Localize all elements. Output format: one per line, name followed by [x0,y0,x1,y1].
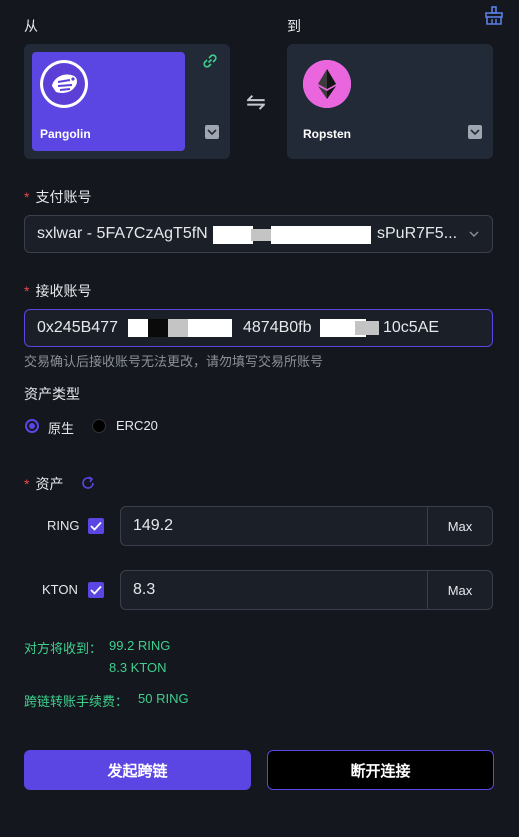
ring-amount-input[interactable]: 149.2 Max [120,506,493,546]
from-chain-name: Pangolin [40,127,91,141]
ring-max-button[interactable]: Max [427,507,492,545]
ring-symbol: RING [47,518,80,533]
from-chain-selector[interactable]: Pangolin [24,44,230,159]
kton-symbol: KTON [42,582,78,597]
receive-account-value-start: 0x245B477 [37,319,118,336]
radio-native-label[interactable]: 原生 [48,418,74,437]
broom-icon[interactable] [484,6,504,26]
receive-kton-amount: 8.3 KTON [109,660,167,675]
kton-checkbox[interactable] [88,582,104,598]
redaction-block [128,319,148,337]
receive-ring-amount: 99.2 RING [109,638,171,653]
redaction-block [355,321,379,335]
asset-type-label: 资产类型 [24,386,80,402]
receive-account-hint: 交易确认后接收账号无法更改，请勿填写交易所账号 [24,354,324,369]
chevron-down-icon[interactable] [468,125,482,139]
receive-account-value-mid: 4874B0fb [243,319,312,336]
fee-value: 50 RING [138,691,189,706]
payment-account-select[interactable]: sxlwar - 5FA7CzAgT5fN sPuR7F5... [24,215,493,253]
ring-amount-value: 149.2 [133,517,174,534]
to-chain-selector[interactable]: Ropsten [287,44,493,159]
to-label: 到 [287,18,301,34]
radio-native[interactable] [25,419,39,433]
kton-amount-input[interactable]: 8.3 Max [120,570,493,610]
redaction-block [271,226,371,244]
redaction-block [251,229,271,241]
chevron-down-icon [468,227,480,245]
refresh-icon[interactable] [80,475,96,491]
radio-erc20[interactable] [92,419,106,433]
swap-direction-icon[interactable]: ⇋ [246,88,266,117]
to-chain-name: Ropsten [303,127,351,141]
submit-cross-chain-button[interactable]: 发起跨链 [24,750,251,790]
assets-label: * 资产 [24,476,64,492]
receive-summary-label: 对方将收到： [24,641,103,656]
radio-erc20-label[interactable]: ERC20 [116,418,158,433]
ethereum-logo-icon [303,60,351,108]
payment-account-value-start: sxlwar - 5FA7CzAgT5fN [37,225,208,242]
payment-account-value-end: sPuR7F5... [377,225,458,242]
ring-checkbox[interactable] [88,518,104,534]
from-chain-highlight: Pangolin [32,52,185,151]
kton-max-button[interactable]: Max [427,571,492,609]
receive-account-label: * 接收账号 [24,283,92,299]
receive-account-input[interactable]: 0x245B477 4874B0fb 10c5AE [24,309,493,347]
pangolin-logo-icon [40,60,88,108]
fee-label: 跨链转账手续费： [24,694,129,709]
redaction-block [168,319,188,337]
receive-account-value-end: 10c5AE [383,319,440,336]
redaction-block [188,319,232,337]
chevron-down-icon[interactable] [205,125,219,139]
from-label: 从 [24,18,38,34]
redaction-block [213,226,253,244]
link-icon[interactable] [201,52,219,70]
disconnect-button[interactable]: 断开连接 [267,750,494,790]
payment-account-label: * 支付账号 [24,189,92,205]
kton-amount-value: 8.3 [133,581,156,598]
asset-type-radio-group: 原生 ERC20 [24,416,224,436]
redaction-block [148,319,168,337]
